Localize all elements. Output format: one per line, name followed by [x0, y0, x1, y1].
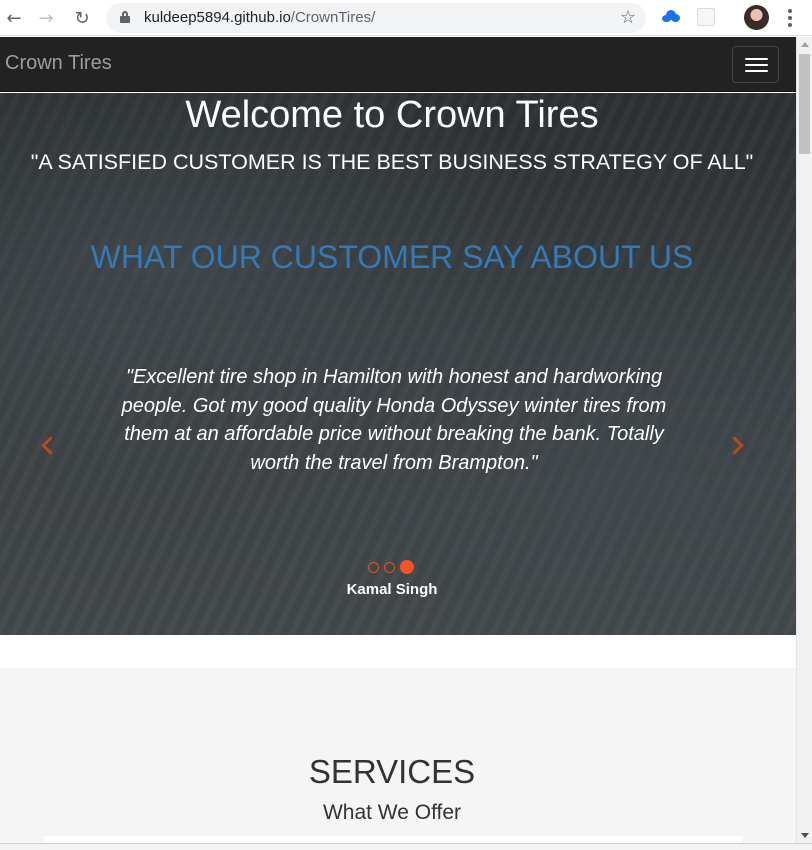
testimonials-heading: WHAT OUR CUSTOMER SAY ABOUT US	[90, 239, 694, 275]
navbar-toggle-button[interactable]	[732, 46, 779, 83]
address-bar[interactable]: kuldeep5894.github.io/CrownTires/ ☆	[106, 3, 646, 33]
bookmark-star-icon[interactable]: ☆	[620, 7, 636, 28]
carousel-indicator-dot[interactable]	[384, 561, 395, 573]
bottom-edge	[0, 843, 812, 850]
testimonial-author: Kamal Singh	[346, 581, 438, 598]
browser-menu-icon[interactable]	[783, 6, 797, 30]
scroll-down-arrow-icon[interactable]	[801, 833, 809, 838]
hero-section: Welcome to Crown Tires "A SATISFIED CUST…	[0, 93, 796, 635]
site-navbar: Crown Tires	[0, 37, 796, 92]
extension-icon[interactable]	[697, 8, 715, 26]
carousel-next-chevron-icon[interactable]	[728, 436, 748, 456]
hero-tagline: "A SATISFIED CUSTOMER IS THE BEST BUSINE…	[30, 150, 754, 174]
url-path: /CrownTires/	[290, 9, 376, 26]
profile-avatar[interactable]	[744, 5, 769, 30]
scroll-up-arrow-icon[interactable]	[801, 42, 809, 47]
carousel-indicator-dot[interactable]	[400, 560, 414, 574]
cloud-extension-icon[interactable]	[662, 10, 680, 22]
url-text[interactable]: kuldeep5894.github.io/CrownTires/	[144, 9, 375, 26]
services-title: SERVICES	[308, 753, 476, 790]
carousel-indicator-dot[interactable]	[368, 561, 379, 573]
services-subtitle: What We Offer	[322, 801, 462, 824]
navbar-brand[interactable]: Crown Tires	[5, 52, 112, 75]
services-section: SERVICES What We Offer	[0, 668, 796, 843]
url-host: kuldeep5894.github.io	[144, 9, 291, 26]
lock-icon[interactable]	[120, 11, 130, 23]
carousel-indicators	[368, 560, 414, 574]
page-scrollbar[interactable]	[796, 37, 812, 843]
hero-title: Welcome to Crown Tires	[185, 94, 599, 136]
back-icon[interactable]: ←	[2, 6, 26, 30]
browser-toolbar: ← → ↻ kuldeep5894.github.io/CrownTires/ …	[0, 0, 812, 36]
page-viewport: Crown Tires Welcome to Crown Tires "A SA…	[0, 37, 796, 843]
carousel-prev-chevron-icon[interactable]	[38, 436, 58, 456]
reload-icon[interactable]: ↻	[70, 6, 94, 30]
scrollbar-thumb[interactable]	[799, 54, 810, 154]
forward-icon[interactable]: →	[34, 6, 58, 30]
testimonial-quote: "Excellent tire shop in Hamilton with ho…	[121, 366, 667, 474]
services-content-strip	[44, 836, 742, 843]
